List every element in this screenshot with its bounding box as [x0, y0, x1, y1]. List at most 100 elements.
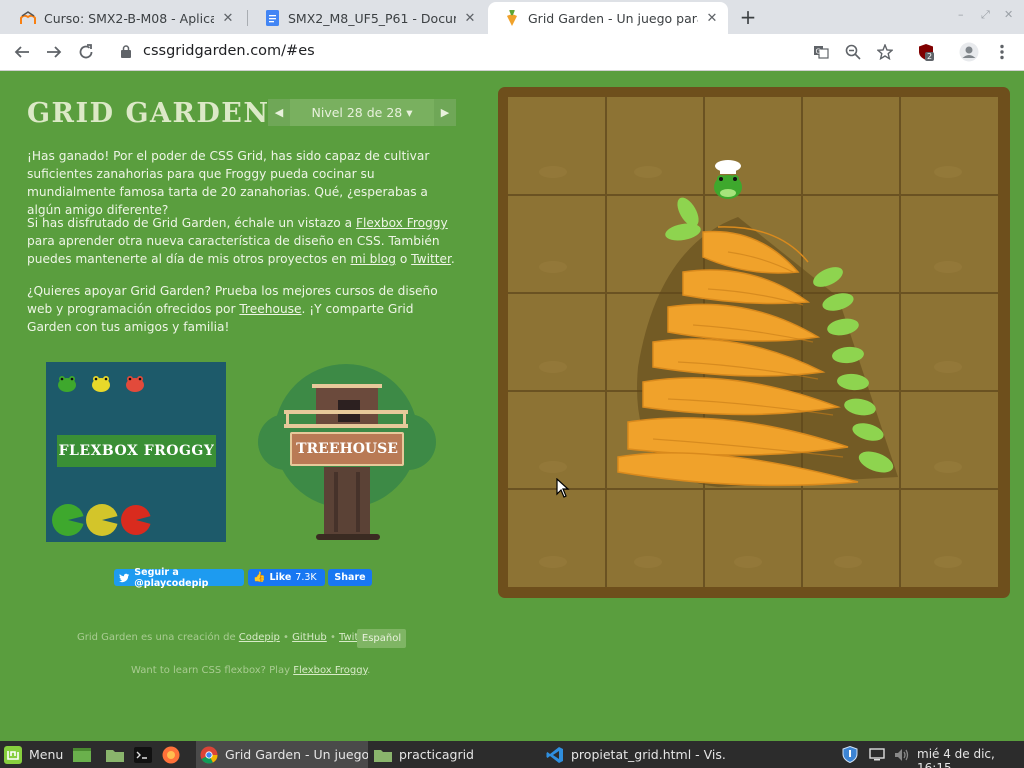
reload-button[interactable] [74, 40, 98, 64]
tab-moodle[interactable]: Curso: SMX2-B-M08 - Aplicacio ✕ [4, 2, 244, 34]
docs-icon [264, 10, 280, 26]
garden-soil [508, 97, 998, 587]
forward-button[interactable] [42, 40, 66, 64]
carrot-icon [504, 10, 520, 26]
flexbox-footer: Want to learn CSS flexbox? Play Flexbox … [131, 665, 370, 676]
blog-link[interactable]: mi blog [351, 252, 396, 266]
lilypads-icon [52, 504, 151, 536]
credits-footer: Grid Garden es una creación de Codepip •… [77, 632, 373, 643]
like-count: 7.3K [295, 572, 317, 583]
mouse-cursor-icon [556, 478, 570, 498]
previous-level-button[interactable]: ◀ [268, 99, 290, 126]
next-level-button[interactable]: ▶ [434, 99, 456, 126]
twitter-link[interactable]: Twitter [411, 252, 451, 266]
menu-label: Menu [29, 747, 64, 762]
display-icon[interactable] [869, 748, 885, 761]
back-arrow-icon [14, 46, 29, 58]
shield-icon[interactable] [842, 746, 858, 763]
menu-button[interactable] [990, 40, 1014, 64]
profile-icon [959, 42, 979, 62]
treehouse-label: TREEHOUSE [290, 432, 404, 466]
twitter-bird-icon [119, 573, 130, 582]
start-menu-button[interactable]: Menu [4, 741, 68, 768]
close-tab-icon[interactable]: ✕ [462, 10, 478, 26]
win-message: ¡Has ganado! Por el poder de CSS Grid, h… [27, 149, 430, 217]
ublock-extension-button[interactable]: 2 [914, 40, 938, 64]
back-button[interactable] [10, 40, 34, 64]
close-tab-icon[interactable]: ✕ [220, 10, 236, 26]
new-tab-button[interactable]: + [737, 6, 759, 28]
translate-icon: G [814, 46, 829, 59]
level-navigation: ◀ Nivel 28 de 28 ▾ ▶ [268, 99, 456, 126]
tab-title: SMX2_M8_UF5_P61 - Document [288, 10, 456, 26]
taskbar: Menu Grid Garden - Un juego ... practica… [0, 741, 1024, 768]
text: Want to learn CSS flexbox? Play [131, 665, 294, 676]
thumbs-up-icon: 👍 [253, 572, 266, 583]
folder-icon [106, 749, 124, 762]
vscode-icon [546, 746, 563, 763]
separator: • [279, 632, 293, 643]
flexbox-froggy-label: FLEXBOX FROGGY [57, 435, 216, 467]
level-selector[interactable]: Nivel 28 de 28 ▾ [290, 105, 434, 120]
frogs-icon [58, 376, 144, 392]
flexbox-froggy-link[interactable]: Flexbox Froggy [356, 216, 448, 230]
extension-badge: 2 [925, 52, 935, 61]
profile-button[interactable] [957, 40, 981, 64]
zoom-out-icon [845, 44, 861, 60]
minimize-icon[interactable]: – [958, 8, 964, 21]
tab-grid-garden[interactable]: Grid Garden - Un juego para ap ✕ [488, 2, 728, 34]
treehouse-link[interactable]: Treehouse [239, 302, 301, 316]
text: Grid Garden es una creación de [77, 632, 239, 643]
zoom-button[interactable] [841, 40, 865, 64]
terminal-launcher[interactable] [134, 741, 156, 768]
taskbar-item-label: propietat_grid.html - Vis... [571, 747, 726, 762]
promo-paragraph: Si has disfrutado de Grid Garden, échale… [27, 214, 457, 268]
garden-board [498, 87, 1010, 598]
taskbar-item-vscode[interactable]: propietat_grid.html - Vis... [546, 741, 726, 768]
show-desktop-button[interactable] [73, 741, 95, 768]
carrot-pile-illustration [617, 197, 898, 487]
froggy-chef-icon [714, 160, 742, 199]
forward-arrow-icon [47, 46, 62, 58]
facebook-share-button[interactable]: Share [328, 569, 372, 586]
footer-flexbox-froggy-link[interactable]: Flexbox Froggy [293, 665, 367, 676]
taskbar-item-label: practicagrid [399, 747, 474, 762]
files-launcher[interactable] [106, 741, 128, 768]
translate-button[interactable]: G [809, 40, 833, 64]
lock-icon [121, 45, 131, 58]
firefox-icon [162, 746, 180, 763]
linux-mint-icon [4, 745, 22, 764]
maximize-icon[interactable]: ⤢ [981, 8, 990, 22]
moodle-icon [20, 10, 36, 26]
github-link[interactable]: GitHub [292, 632, 327, 643]
url-text: cssgridgarden.com/#es [143, 43, 315, 59]
text: . [450, 252, 455, 266]
twitter-follow-button[interactable]: Seguir a @playcodepip [114, 566, 244, 589]
clock[interactable]: mié 4 de dic, 16:15 [917, 747, 1024, 768]
folder-icon [374, 749, 392, 762]
text: o [395, 252, 412, 266]
taskbar-item-files[interactable]: practicagrid [372, 741, 532, 768]
taskbar-item-chrome[interactable]: Grid Garden - Un juego ... [196, 741, 368, 768]
text: Si has disfrutado de Grid Garden, échale… [27, 216, 356, 230]
tab-google-doc[interactable]: SMX2_M8_UF5_P61 - Document ✕ [248, 2, 486, 34]
like-label: Like [269, 572, 292, 583]
treehouse-ad[interactable]: TREEHOUSE [256, 362, 436, 542]
facebook-like-button[interactable]: 👍 Like 7.3K [248, 569, 325, 586]
firefox-launcher[interactable] [162, 741, 184, 768]
volume-icon[interactable] [894, 748, 910, 762]
codepip-link[interactable]: Codepip [239, 632, 280, 643]
text: . [367, 665, 371, 676]
share-label: Share [334, 572, 366, 583]
tab-title: Grid Garden - Un juego para ap [528, 10, 698, 26]
chrome-icon [200, 746, 218, 763]
twitter-follow-label: Seguir a @playcodepip [134, 566, 209, 589]
taskbar-item-label: Grid Garden - Un juego ... [225, 747, 368, 762]
language-selector[interactable]: Español [357, 629, 406, 648]
kebab-menu-icon [1000, 44, 1004, 60]
svg-text:G: G [816, 48, 821, 56]
bookmark-button[interactable] [873, 40, 897, 64]
flexbox-froggy-ad[interactable]: FLEXBOX FROGGY [46, 362, 226, 542]
close-window-icon[interactable]: ✕ [1004, 8, 1013, 21]
close-tab-icon[interactable]: ✕ [704, 10, 720, 26]
